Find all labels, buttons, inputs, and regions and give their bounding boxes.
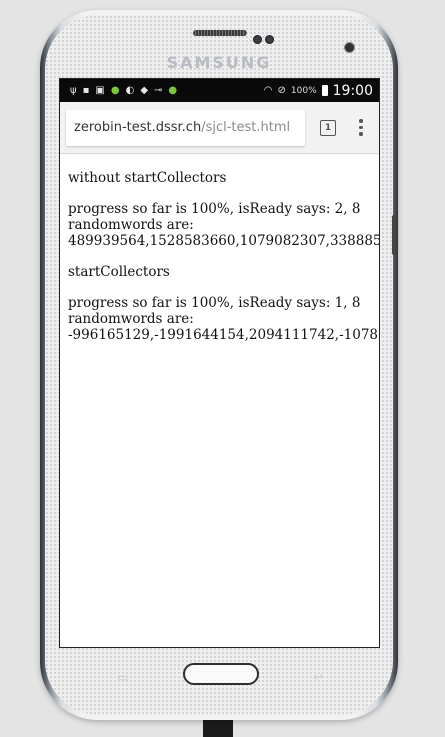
progress-text: progress so far is 100%, isReady says: 1…: [68, 295, 361, 311]
page-content: without startCollectors progress so far …: [60, 154, 379, 374]
back-key-icon[interactable]: ↩: [313, 670, 323, 684]
section-heading: startCollectors: [68, 264, 170, 280]
proximity-sensor: [253, 35, 262, 44]
notification-icon: ▪: [82, 84, 90, 96]
home-button[interactable]: [183, 663, 259, 685]
front-camera: [344, 42, 355, 53]
overflow-menu-icon[interactable]: [349, 110, 373, 146]
phone-body: SAMSUNG ψ ▪ ▣ ● ◐ ◆ ⊸ ● ◠ ⊘ 100% 19:00 z…: [45, 15, 396, 715]
url-path: /sjcl-test.html: [201, 120, 291, 135]
shield-icon: ◆: [140, 84, 149, 96]
randomwords-label: randomwords are:: [68, 311, 194, 327]
system-icons: ◠ ⊘ 100% 19:00: [264, 83, 373, 99]
key-icon: ⊸: [154, 84, 163, 96]
screen: ψ ▪ ▣ ● ◐ ◆ ⊸ ● ◠ ⊘ 100% 19:00 zerobin-t…: [59, 78, 380, 648]
randomwords-values: 489939564,1528583660,1079082307,33888531…: [68, 233, 380, 249]
sync-icon: ◐: [125, 84, 135, 96]
status-bar: ψ ▪ ▣ ● ◐ ◆ ⊸ ● ◠ ⊘ 100% 19:00: [60, 79, 379, 102]
wifi-icon: ◠: [263, 84, 273, 96]
brand-logo: SAMSUNG: [166, 53, 272, 72]
progress-text: progress so far is 100%, isReady says: 2…: [68, 201, 361, 217]
do-not-disturb-icon: ⊘: [277, 84, 286, 96]
tab-count: 1: [320, 119, 336, 136]
battery-percent: 100%: [290, 85, 317, 96]
android-icon: ●: [110, 84, 120, 96]
side-button: [392, 215, 396, 255]
usb-icon: ψ: [70, 84, 77, 96]
result-block: progress so far is 100%, isReady says: 2…: [68, 201, 380, 249]
randomwords-label: randomwords are:: [68, 217, 194, 233]
section-heading: without startCollectors: [68, 170, 227, 186]
sim-off-icon: ▣: [95, 84, 105, 96]
address-bar[interactable]: zerobin-test.dssr.ch/sjcl-test.html: [66, 109, 305, 146]
clock: 19:00: [332, 82, 373, 99]
recent-apps-key-icon[interactable]: ▭: [117, 670, 128, 684]
browser-toolbar: zerobin-test.dssr.ch/sjcl-test.html 1: [60, 102, 379, 154]
notification-icons: ψ ▪ ▣ ● ◐ ◆ ⊸ ●: [70, 84, 264, 96]
earpiece-speaker: [193, 30, 247, 36]
light-sensor: [265, 35, 274, 44]
url-host: zerobin-test.dssr.ch: [74, 120, 202, 135]
battery-icon: [321, 85, 328, 96]
result-block: progress so far is 100%, isReady says: 1…: [68, 295, 380, 343]
phone-frame: SAMSUNG ψ ▪ ▣ ● ◐ ◆ ⊸ ● ◠ ⊘ 100% 19:00 z…: [40, 10, 398, 720]
tab-switcher-button[interactable]: 1: [313, 110, 343, 146]
android-icon: ●: [168, 84, 178, 96]
randomwords-values: -996165129,-1991644154,2094111742,-10780…: [68, 327, 380, 343]
